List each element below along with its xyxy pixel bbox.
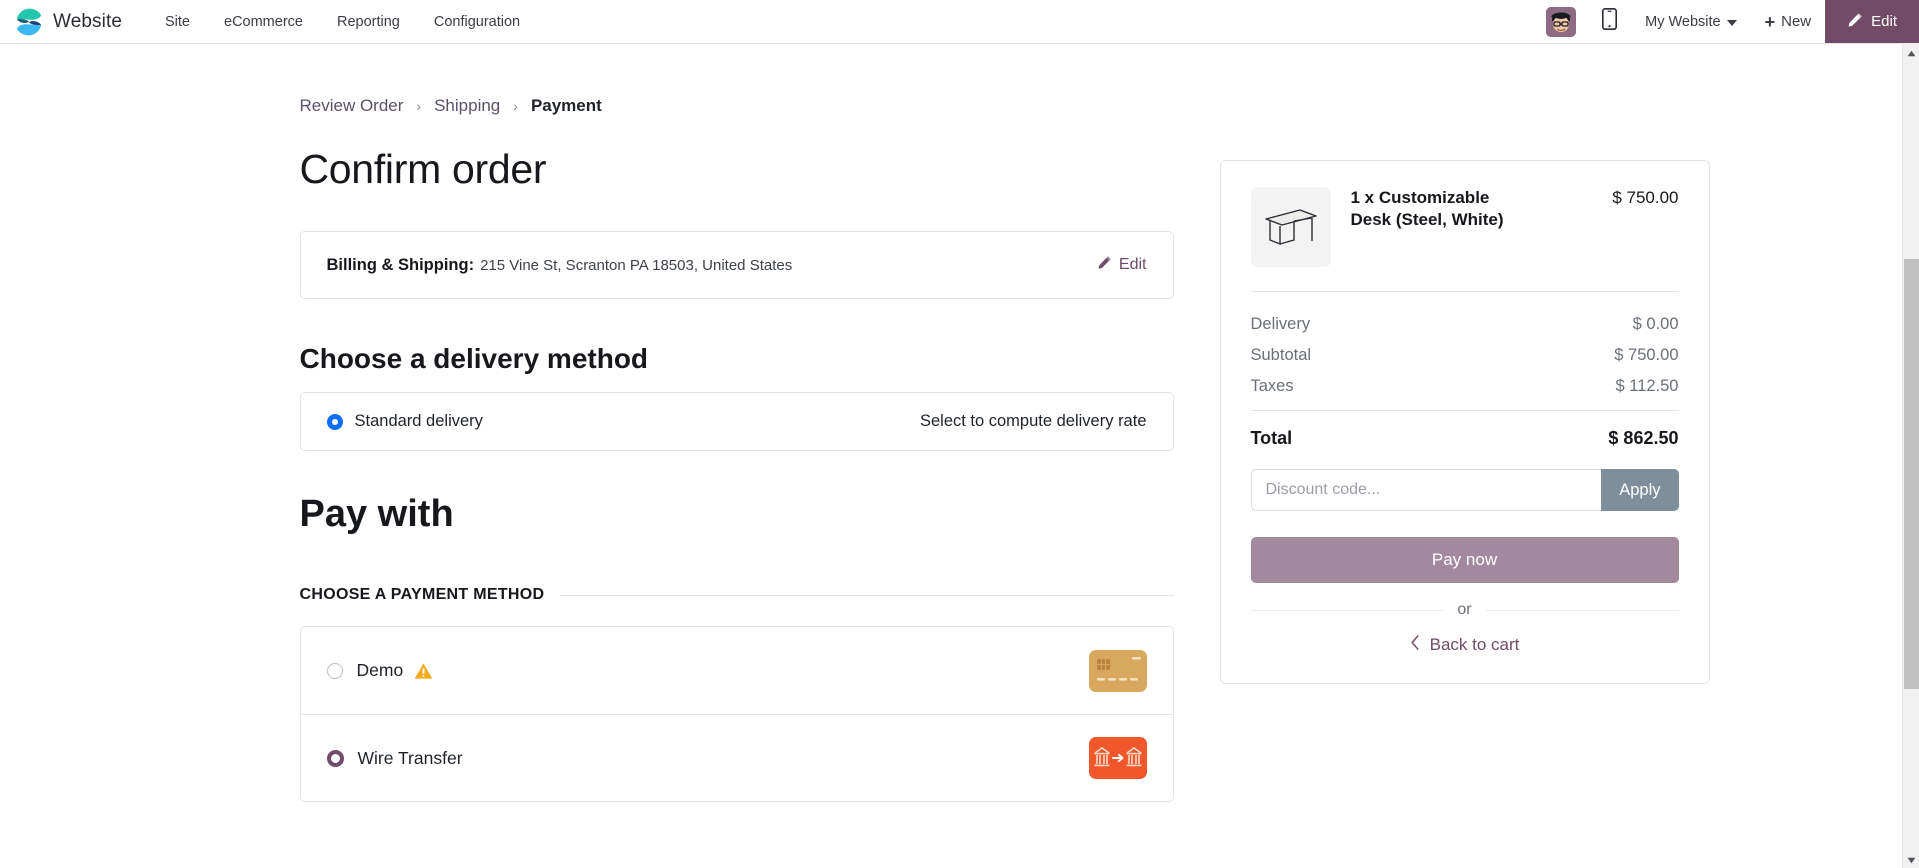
nav-item-site[interactable]: Site — [148, 8, 207, 36]
mobile-icon — [1602, 8, 1618, 35]
amount-row-taxes: Taxes $ 112.50 — [1251, 371, 1679, 402]
top-navbar: Website Site eCommerce Reporting Configu… — [0, 0, 1919, 44]
total-row: Total $ 862.50 — [1251, 411, 1679, 469]
header-divider — [560, 594, 1174, 596]
new-button-label: New — [1781, 13, 1812, 30]
scrollbar-up-button[interactable] — [1903, 44, 1919, 61]
discount-code-group: Apply — [1250, 469, 1679, 511]
delivery-rate-text: Select to compute delivery rate — [919, 412, 1147, 430]
amount-value-taxes: $ 112.50 — [1615, 377, 1679, 395]
nav-item-configuration[interactable]: Configuration — [417, 8, 537, 36]
website-selector-dropdown[interactable]: My Website — [1631, 0, 1750, 43]
checkout-right-column: 1 x Customizable Desk (Steel, White) $ 7… — [1175, 44, 1805, 802]
choose-payment-method-label: CHOOSE A PAYMENT METHOD — [299, 586, 545, 603]
amount-row-delivery: Delivery $ 0.00 — [1251, 309, 1679, 340]
chevron-left-icon — [1410, 635, 1420, 655]
or-divider: or — [1250, 601, 1679, 619]
avatar — [1546, 6, 1577, 37]
breadcrumb-item-payment: Payment — [530, 96, 602, 115]
edit-button-label: Edit — [1871, 13, 1897, 30]
payment-method-wire-transfer[interactable]: Wire Transfer — [300, 714, 1173, 801]
edit-address-label: Edit — [1118, 256, 1147, 273]
pay-now-button[interactable]: Pay now — [1250, 537, 1679, 583]
scrollbar-down-button[interactable] — [1903, 851, 1919, 868]
avatar-button[interactable] — [1534, 0, 1588, 43]
vertical-scrollbar[interactable] — [1902, 44, 1919, 868]
navbar-right: My Website + New Edit — [1534, 0, 1919, 43]
pencil-icon — [1847, 12, 1863, 32]
billing-shipping-box: Billing & Shipping: 215 Vine St, Scranto… — [299, 231, 1174, 299]
checkout-left-column: Review Order › Shipping › Payment Confir… — [115, 44, 1175, 802]
delivery-section-title: Choose a delivery method — [299, 343, 649, 374]
total-label: Total — [1250, 428, 1293, 448]
pencil-icon — [1097, 255, 1112, 275]
plus-icon: + — [1764, 11, 1776, 32]
amount-value-delivery: $ 0.00 — [1632, 315, 1679, 333]
payment-radio-wire-transfer[interactable] — [326, 749, 344, 767]
desk-icon — [1250, 187, 1331, 267]
order-line-item: 1 x Customizable Desk (Steel, White) $ 7… — [1250, 187, 1679, 291]
breadcrumb-item-shipping[interactable]: Shipping — [434, 96, 500, 116]
breadcrumb-separator-icon: › — [513, 98, 518, 114]
payment-method-demo-label: Demo — [356, 660, 404, 680]
website-app-logo-icon — [14, 7, 44, 37]
website-selector-label: My Website — [1645, 13, 1721, 30]
breadcrumb-item-review-order[interactable]: Review Order — [300, 96, 404, 116]
pay-with-title: Pay with — [299, 493, 454, 535]
nav-item-ecommerce[interactable]: eCommerce — [207, 8, 320, 36]
order-amounts: Delivery $ 0.00 Subtotal $ 750.00 Taxes … — [1251, 292, 1679, 410]
navbar-menu: Site eCommerce Reporting Configuration — [148, 8, 537, 36]
caret-up-icon — [1907, 44, 1916, 62]
payment-provider-icon-wire-transfer — [1088, 737, 1147, 779]
payment-method-demo[interactable]: Demo — [301, 627, 1173, 714]
discount-code-input[interactable] — [1250, 469, 1602, 511]
amount-value-subtotal: $ 750.00 — [1614, 346, 1679, 364]
total-value: $ 862.50 — [1608, 428, 1679, 448]
payment-provider-icon-demo — [1088, 649, 1147, 692]
order-summary-card: 1 x Customizable Desk (Steel, White) $ 7… — [1219, 160, 1710, 684]
payment-methods-box: Demo Wire Transfer — [299, 626, 1174, 802]
nav-item-reporting[interactable]: Reporting — [320, 8, 417, 36]
or-rule-left — [1250, 609, 1444, 611]
choose-payment-method-header: CHOOSE A PAYMENT METHOD — [300, 586, 1174, 604]
or-rule-right — [1485, 609, 1679, 611]
payment-method-wire-transfer-label: Wire Transfer — [357, 747, 463, 768]
apply-discount-button[interactable]: Apply — [1601, 469, 1679, 511]
breadcrumb-separator-icon: › — [416, 98, 422, 114]
page-body: Review Order › Shipping › Payment Confir… — [0, 44, 1919, 868]
delivery-method-name: Standard delivery — [354, 412, 483, 430]
chevron-down-icon — [1726, 19, 1737, 26]
delivery-radio-standard[interactable] — [326, 413, 343, 430]
caret-down-icon — [1907, 851, 1916, 868]
amount-label-taxes: Taxes — [1250, 377, 1294, 395]
amount-row-subtotal: Subtotal $ 750.00 — [1251, 340, 1679, 371]
order-line-item-name: 1 x Customizable Desk (Steel, White) — [1350, 188, 1504, 230]
payment-radio-demo[interactable] — [326, 662, 343, 679]
back-to-cart-label: Back to cart — [1429, 635, 1520, 654]
checkout-container: Review Order › Shipping › Payment Confir… — [115, 44, 1805, 802]
billing-shipping-address: 215 Vine St, Scranton PA 18503, United S… — [480, 256, 793, 274]
brand-name: Website — [53, 10, 122, 32]
delivery-method-row[interactable]: Standard delivery Select to compute deli… — [299, 392, 1174, 451]
billing-shipping-label: Billing & Shipping: — [326, 255, 475, 274]
warning-triangle-icon — [414, 662, 433, 680]
amount-label-delivery: Delivery — [1250, 315, 1311, 333]
page-title: Confirm order — [299, 146, 547, 192]
navbar-left: Website Site eCommerce Reporting Configu… — [0, 0, 537, 43]
brand[interactable]: Website — [14, 7, 122, 37]
breadcrumb: Review Order › Shipping › Payment — [300, 96, 1175, 116]
new-button[interactable]: + New — [1751, 0, 1826, 43]
amount-label-subtotal: Subtotal — [1250, 346, 1312, 364]
back-to-cart-link[interactable]: Back to cart — [1251, 635, 1679, 655]
scrollbar-thumb[interactable] — [1904, 259, 1919, 689]
edit-button[interactable]: Edit — [1825, 0, 1919, 43]
or-label: or — [1457, 601, 1472, 618]
mobile-preview-button[interactable] — [1588, 0, 1631, 43]
order-line-item-price: $ 750.00 — [1612, 188, 1679, 207]
edit-address-link[interactable]: Edit — [1097, 255, 1147, 275]
